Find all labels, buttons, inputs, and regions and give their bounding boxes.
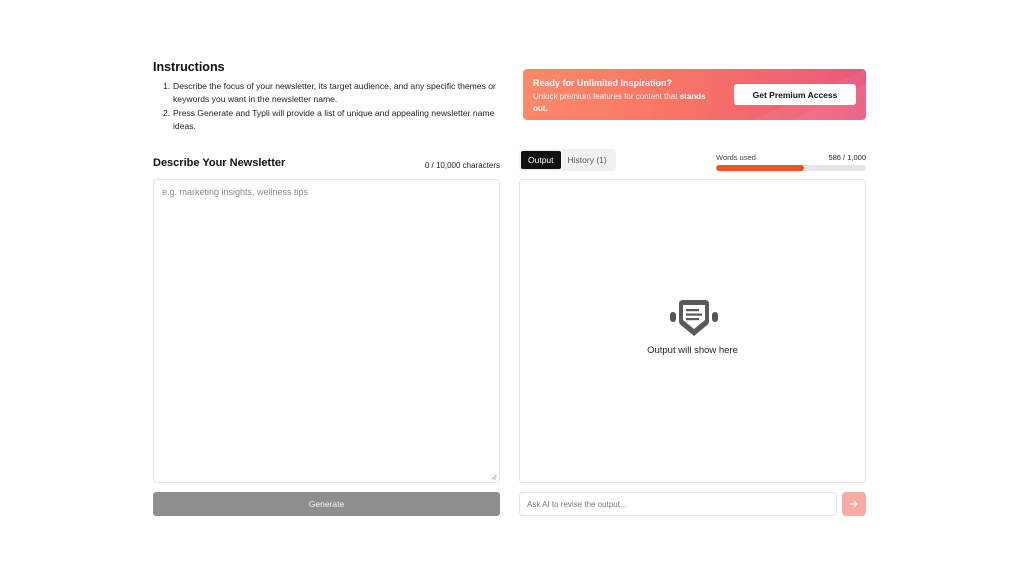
instructions-list: 1. Describe the focus of your newsletter… — [153, 80, 503, 132]
resize-handle-icon[interactable] — [491, 474, 497, 480]
promo-title: Ready for Unlimited Inspiration? — [533, 78, 673, 88]
send-button[interactable] — [842, 492, 866, 516]
words-progress-track — [716, 165, 866, 171]
newsletter-input-title: Describe Your Newsletter — [153, 157, 286, 169]
instructions-section: Instructions 1. Describe the focus of yo… — [153, 60, 503, 134]
get-premium-button[interactable]: Get Premium Access — [734, 84, 856, 105]
generate-button[interactable]: Generate — [153, 492, 500, 516]
instructions-title: Instructions — [153, 60, 225, 74]
step-text: Press Generate and Typli will provide a … — [173, 108, 495, 131]
instruction-step: 2. Press Generate and Typli will provide… — [163, 107, 503, 132]
words-used-label: Words used — [716, 153, 756, 162]
step-text: Describe the focus of your newsletter, i… — [173, 81, 496, 104]
empty-output-message: Output will show here — [647, 345, 738, 356]
premium-promo-banner: Ready for Unlimited Inspiration? Unlock … — [523, 69, 866, 120]
revise-placeholder: Ask AI to revise the output... — [527, 500, 627, 509]
tab-history[interactable]: History (1) — [561, 151, 614, 169]
instruction-step: 1. Describe the focus of your newsletter… — [163, 80, 503, 105]
promo-subtitle: Unlock premium features for content that… — [533, 91, 713, 115]
tab-output[interactable]: Output — [521, 151, 561, 169]
words-used-value: 586 / 1,000 — [828, 153, 866, 162]
arrow-right-icon — [849, 500, 858, 508]
input-placeholder: e.g. marketing insights, wellness tips — [162, 187, 309, 197]
newsletter-description-input[interactable]: e.g. marketing insights, wellness tips — [153, 179, 500, 483]
message-badge-icon — [670, 300, 718, 336]
promo-subtitle-text: Unlock premium features for content that — [533, 92, 680, 101]
step-number: 2. — [163, 108, 171, 118]
words-progress-fill — [716, 165, 804, 171]
output-area: Output will show here — [519, 179, 866, 483]
revise-output-input[interactable]: Ask AI to revise the output... — [519, 492, 837, 516]
step-number: 1. — [163, 81, 171, 91]
character-count: 0 / 10,000 characters — [424, 161, 500, 170]
output-tabs: Output History (1) — [519, 149, 616, 171]
